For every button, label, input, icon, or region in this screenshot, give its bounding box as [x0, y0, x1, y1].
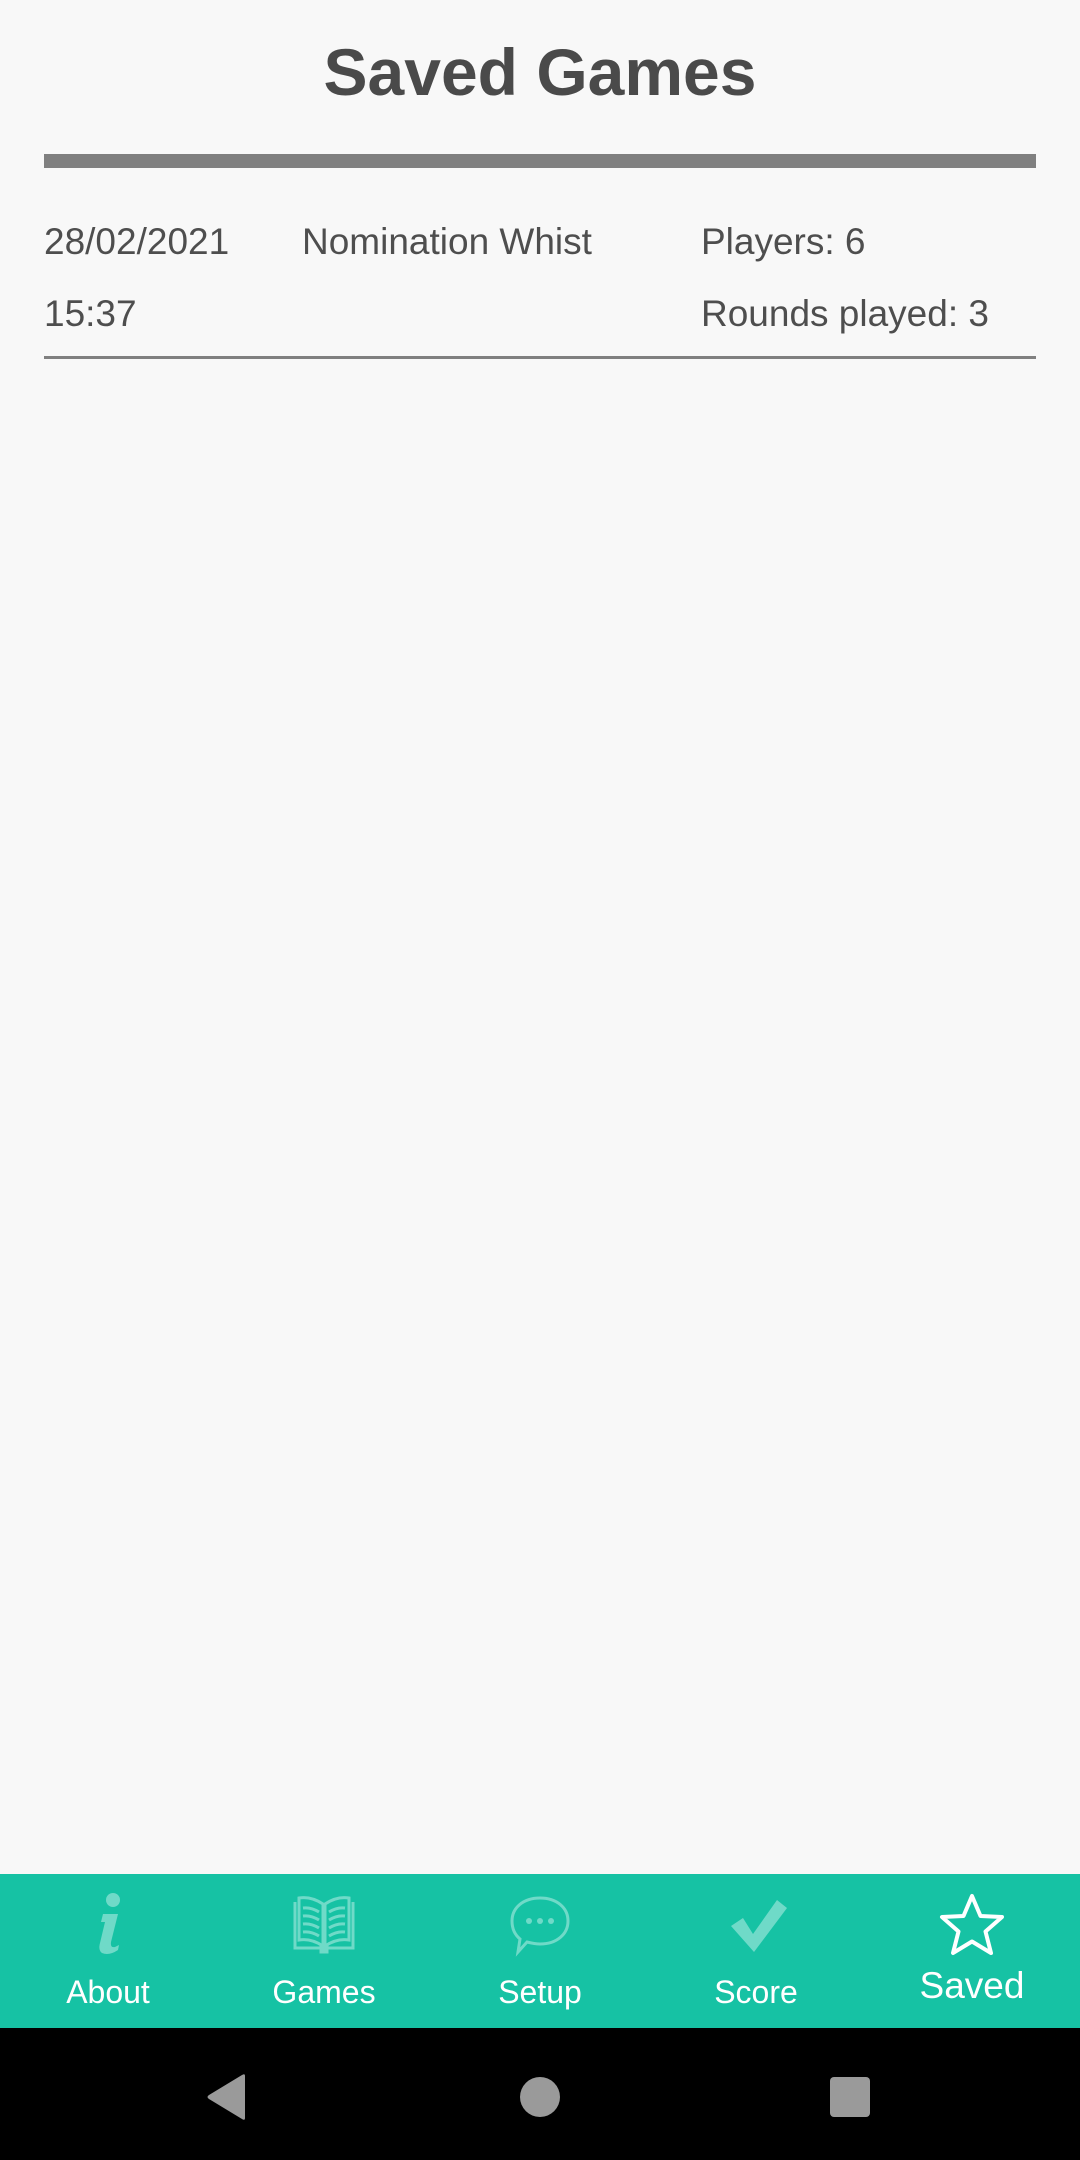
back-icon[interactable] [201, 2072, 251, 2122]
nav-label-saved: Saved [919, 1965, 1025, 2006]
system-navigation-bar [0, 2028, 1080, 2160]
book-icon [289, 1892, 359, 1958]
page-title: Saved Games [323, 35, 757, 109]
star-icon [937, 1892, 1007, 1958]
nav-tab-games[interactable]: Games [216, 1874, 432, 2028]
nav-tab-score[interactable]: Score [648, 1874, 864, 2028]
chat-bubble-icon [505, 1892, 575, 1958]
nav-tab-setup[interactable]: Setup [432, 1874, 648, 2028]
info-icon [73, 1892, 143, 1958]
home-icon[interactable] [515, 2072, 565, 2122]
nav-tab-saved[interactable]: Saved [864, 1874, 1080, 2028]
nav-label-games: Games [272, 1974, 376, 2010]
row-divider [44, 356, 1036, 359]
nav-tab-about[interactable]: About [0, 1874, 216, 2028]
checkmark-icon [721, 1892, 791, 1958]
recents-icon[interactable] [825, 2072, 875, 2122]
header-divider [44, 154, 1036, 168]
bottom-navigation: About Games Setup Score Saved [0, 1874, 1080, 2028]
saved-game-rounds: Rounds played: 3 [701, 293, 989, 334]
saved-game-date: 28/02/2021 [44, 221, 230, 262]
nav-label-score: Score [714, 1974, 798, 2010]
nav-label-setup: Setup [498, 1974, 582, 2010]
saved-game-name: Nomination Whist [302, 221, 592, 262]
nav-label-about: About [66, 1974, 150, 2010]
saved-game-players: Players: 6 [701, 221, 866, 262]
saved-game-row[interactable]: 28/02/2021 15:37 Nomination Whist Player… [44, 168, 1036, 359]
saved-games-list: 28/02/2021 15:37 Nomination Whist Player… [44, 168, 1036, 359]
saved-game-time: 15:37 [44, 293, 137, 334]
